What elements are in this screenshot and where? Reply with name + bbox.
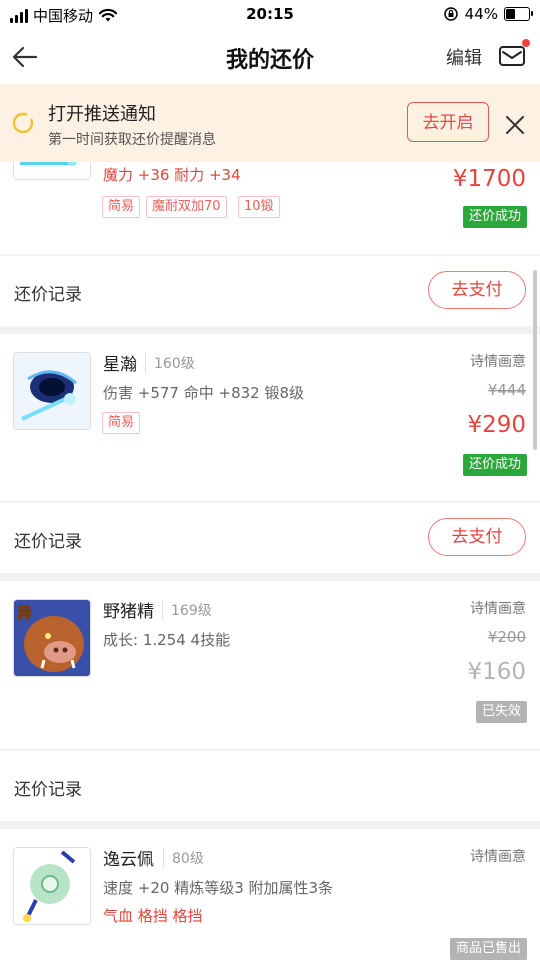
battery-icon (504, 7, 533, 21)
variant-badge: 异 (17, 604, 33, 623)
status-badge: 已失效 (475, 701, 527, 723)
bargain-price: ¥160 (467, 659, 526, 685)
mail-icon[interactable] (498, 42, 526, 70)
item-tag: 10锻 (238, 196, 280, 218)
status-right: 44% (443, 5, 533, 23)
notification-ring-icon (12, 112, 34, 134)
jade-pendant-image (14, 848, 90, 924)
item-level: 80级 (163, 848, 204, 868)
pay-button[interactable]: 去支付 (428, 271, 526, 309)
server-name: 诗情画意 (470, 849, 526, 865)
push-notification-banner: 打开推送通知 第一时间获取还价提醒消息 去开启 (0, 84, 540, 162)
item-level: 160级 (145, 353, 195, 373)
item-tag: 魔耐双加70 (146, 196, 227, 218)
item-tag: 简易 (102, 196, 141, 218)
original-price: ¥200 (487, 628, 526, 646)
item-level: 169级 (162, 600, 212, 620)
item-attributes: 成长: 1.254 4技能 (103, 631, 231, 649)
item-attributes: 伤害 +577 命中 +832 锻8级 (103, 384, 305, 402)
bargain-price: ¥1700 (452, 166, 526, 192)
bargain-item-card[interactable]: 逸云佩 80级 速度 +20 精炼等级3 附加属性3条 气血 格挡 格挡 诗情画… (0, 829, 540, 960)
status-badge: 还价成功 (462, 454, 527, 476)
banner-title: 打开推送通知 (48, 104, 156, 125)
close-icon[interactable] (503, 113, 527, 137)
item-thumbnail[interactable] (13, 847, 91, 925)
item-name: 逸云佩 (103, 850, 154, 870)
item-name: 星瀚 (103, 355, 137, 375)
item-thumbnail[interactable] (13, 352, 91, 430)
item-attributes: 魔力 +36 耐力 +34 (103, 166, 241, 184)
bargain-record-row: 还价记录 (0, 751, 540, 821)
bargain-record-row: 还价记录 去支付 (0, 256, 540, 326)
item-name: 野猪精 (103, 602, 154, 622)
item-extra-attributes: 气血 格挡 格挡 (103, 907, 203, 925)
item-attributes: 速度 +20 精炼等级3 附加属性3条 (103, 879, 334, 897)
enable-notifications-button[interactable]: 去开启 (407, 102, 489, 142)
status-badge: 商品已售出 (449, 938, 527, 960)
weapon-image (14, 353, 90, 429)
banner-subtitle: 第一时间获取还价提醒消息 (48, 132, 216, 148)
status-badge: 还价成功 (462, 206, 527, 228)
bargain-item-card[interactable]: 星瀚 160级 伤害 +577 命中 +832 锻8级 简易 诗情画意 ¥444… (0, 334, 540, 501)
notification-dot (522, 39, 530, 47)
bargain-record-row: 还价记录 去支付 (0, 503, 540, 573)
pay-button[interactable]: 去支付 (428, 518, 526, 556)
bargain-list[interactable]: 魔力 +36 耐力 +34 简易 魔耐双加70 10锻 ¥1700 还价成功 还… (0, 84, 540, 960)
battery-fill (506, 9, 515, 19)
server-name: 诗情画意 (470, 601, 526, 617)
scrollbar[interactable] (533, 270, 537, 450)
bargain-record-link[interactable]: 还价记录 (14, 280, 82, 305)
bargain-price: ¥290 (467, 412, 526, 438)
item-tag: 简易 (102, 412, 141, 434)
nav-bar: 我的还价 编辑 (0, 30, 540, 84)
edit-button[interactable]: 编辑 (446, 44, 482, 70)
item-thumbnail[interactable]: 异 (13, 599, 91, 677)
bargain-record-link[interactable]: 还价记录 (14, 527, 82, 552)
battery-percent: 44% (464, 5, 498, 23)
original-price: ¥444 (487, 381, 526, 399)
bargain-item-card[interactable]: 异 野猪精 169级 成长: 1.254 4技能 诗情画意 ¥200 ¥160 … (0, 581, 540, 749)
rotation-lock-icon (443, 7, 458, 21)
bargain-record-link[interactable]: 还价记录 (14, 775, 82, 800)
status-bar: 中国移动 20:15 44% (0, 0, 540, 30)
server-name: 诗情画意 (470, 354, 526, 370)
